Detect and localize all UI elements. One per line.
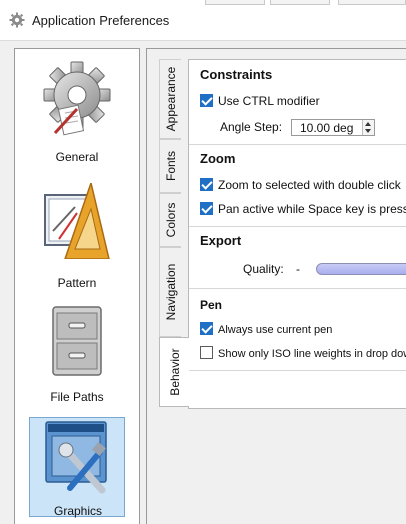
divider <box>189 226 406 227</box>
zoom-double-click-label: Zoom to selected with double click <box>218 178 401 192</box>
angle-step-row: Angle Step: 10.00 deg <box>220 119 406 137</box>
window-title: Application Preferences <box>32 13 170 28</box>
page-pattern-label: Pattern <box>57 276 97 290</box>
drawing-tools-icon <box>44 183 110 259</box>
tab-appearance-label: Appearance <box>163 66 178 132</box>
ctrl-modifier-option[interactable]: Use CTRL modifier <box>200 94 320 108</box>
constraints-heading: Constraints <box>200 67 273 82</box>
page-file-paths[interactable]: File Paths <box>29 305 125 413</box>
zoom-heading: Zoom <box>200 151 236 166</box>
page-general[interactable]: General <box>29 61 125 169</box>
content-area: Appearance Fonts Colors Navigation Behav… <box>146 48 406 524</box>
background-window-edge <box>270 0 330 5</box>
pan-space-checkbox[interactable] <box>200 202 213 215</box>
angle-step-label: Angle Step: <box>220 120 283 134</box>
spin-down-icon[interactable] <box>365 129 371 133</box>
iso-line-weights-checkbox[interactable] <box>200 346 213 359</box>
spin-up-icon[interactable] <box>365 122 371 126</box>
tab-fonts-label: Fonts <box>163 150 178 182</box>
pan-space-option[interactable]: Pan active while Space key is pressed <box>200 202 406 216</box>
page-pattern[interactable]: Pattern <box>29 183 125 291</box>
current-pen-option[interactable]: Always use current pen <box>200 322 332 336</box>
divider <box>189 144 406 145</box>
tab-behavior-label: Behavior <box>167 348 182 396</box>
page-list: General Pattern File Paths Graphics <box>14 48 140 524</box>
angle-step-value[interactable]: 10.00 deg <box>300 121 353 135</box>
gear-icon <box>9 12 25 28</box>
page-graphics[interactable]: Graphics <box>29 417 125 518</box>
iso-line-weights-option[interactable]: Show only ISO line weights in drop down <box>200 346 406 360</box>
preferences-dialog: General Pattern File Paths Graphics Appe… <box>0 40 406 524</box>
iso-line-weights-label: Show only ISO line weights in drop down <box>218 348 406 360</box>
divider <box>189 288 406 289</box>
gear-icon <box>43 61 111 136</box>
divider <box>189 370 406 371</box>
zoom-double-click-option[interactable]: Zoom to selected with double click <box>200 178 401 192</box>
ctrl-modifier-label: Use CTRL modifier <box>218 94 320 108</box>
background-window-edge <box>338 0 406 5</box>
pan-space-label: Pan active while Space key is pressed <box>218 202 406 216</box>
quality-min-label: - <box>296 262 300 276</box>
quality-label: Quality: <box>243 262 284 276</box>
tab-fonts[interactable]: Fonts <box>159 139 181 193</box>
behavior-tab-page: Constraints Use CTRL modifier Angle Step… <box>188 59 406 409</box>
background-window-edge <box>205 0 265 5</box>
quality-row: Quality: - <box>200 261 406 279</box>
tab-navigation-label: Navigation <box>163 263 178 321</box>
window-tools-icon <box>45 421 107 494</box>
page-graphics-label: Graphics <box>53 504 103 518</box>
tab-navigation[interactable]: Navigation <box>159 247 181 337</box>
zoom-double-click-checkbox[interactable] <box>200 178 213 191</box>
tab-colors-label: Colors <box>163 202 178 238</box>
current-pen-label: Always use current pen <box>218 324 333 336</box>
tab-appearance[interactable]: Appearance <box>159 59 181 139</box>
spin-buttons[interactable] <box>362 120 374 135</box>
file-cabinet-icon <box>52 306 102 376</box>
tab-behavior[interactable]: Behavior <box>159 337 189 407</box>
ctrl-modifier-checkbox[interactable] <box>200 94 213 107</box>
export-heading: Export <box>200 233 242 248</box>
pen-heading: Pen <box>200 298 223 312</box>
quality-slider[interactable] <box>316 263 406 275</box>
title-bar: Application Preferences <box>0 0 406 40</box>
tab-colors[interactable]: Colors <box>159 193 181 247</box>
current-pen-checkbox[interactable] <box>200 322 213 335</box>
page-general-label: General <box>55 150 99 164</box>
page-file-paths-label: File Paths <box>50 390 104 404</box>
angle-step-spinbox[interactable]: 10.00 deg <box>291 119 375 136</box>
